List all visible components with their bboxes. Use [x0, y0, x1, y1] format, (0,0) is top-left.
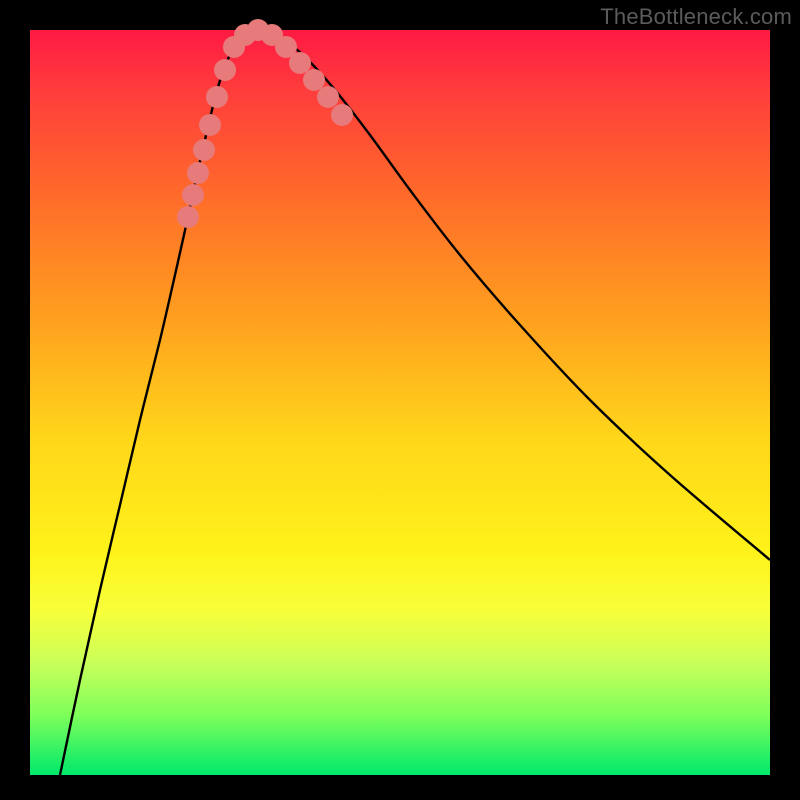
bead: [187, 162, 209, 184]
bead: [214, 59, 236, 81]
bead: [199, 114, 221, 136]
bottleneck-curve: [60, 30, 770, 775]
watermark-text: TheBottleneck.com: [600, 4, 792, 30]
bead: [206, 86, 228, 108]
bead: [317, 86, 339, 108]
bead: [331, 104, 353, 126]
bottleneck-curve-svg: [30, 30, 770, 775]
bead: [303, 69, 325, 91]
chart-frame: TheBottleneck.com: [0, 0, 800, 800]
bead: [289, 52, 311, 74]
bead: [193, 139, 215, 161]
highlight-beads: [177, 19, 353, 228]
plot-area: [30, 30, 770, 775]
bead: [177, 206, 199, 228]
bead: [182, 184, 204, 206]
